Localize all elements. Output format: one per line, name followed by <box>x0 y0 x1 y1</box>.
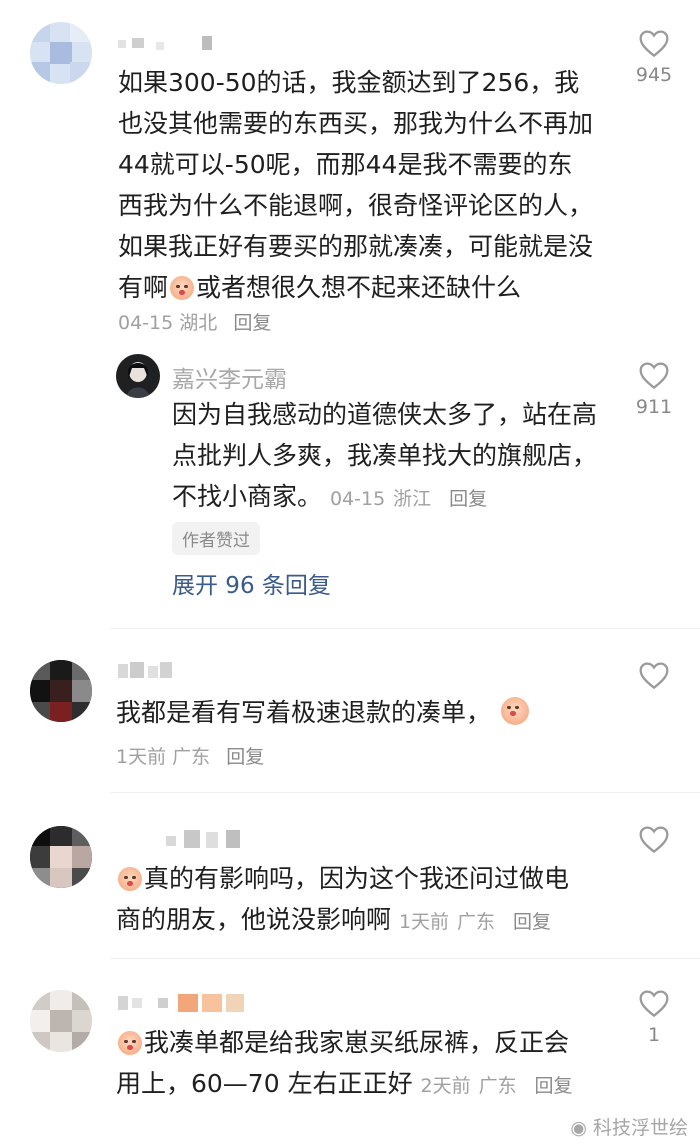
like-count: 945 <box>635 64 673 86</box>
avatar-pixelated[interactable] <box>30 826 92 888</box>
comment-date: 04-15 <box>118 312 174 334</box>
heart-outline-icon <box>639 990 669 1018</box>
like-button[interactable] <box>624 824 684 860</box>
comment-text: 或者想很久想不起来还缺什么 <box>196 273 522 302</box>
comment-date: 1天前 <box>116 746 167 768</box>
comment-line: 如果我正好有要买的那就凑凑，可能就是没 <box>118 232 594 261</box>
like-button[interactable]: 1 <box>624 988 684 1046</box>
comment-date: 2天前 <box>420 1075 471 1097</box>
weibo-logo-icon: ◉ <box>570 1117 587 1139</box>
watermark: ◉ 科技浮世绘 <box>570 1113 688 1140</box>
like-button[interactable] <box>624 660 684 696</box>
avatar-blurred[interactable] <box>30 22 92 84</box>
comment-text: 商的朋友，他说没影响啊 <box>116 905 392 934</box>
crying-face-emoji-icon <box>118 1031 142 1055</box>
avatar-pixelated[interactable] <box>30 660 92 722</box>
reply-body: 因为自我感动的道德侠太多了，站在高 点批判人多爽，我凑单找大的旗舰店， 不找小商… <box>172 394 622 520</box>
heart-outline-icon <box>639 662 669 690</box>
comment-text: 不找小商家。 <box>172 482 323 511</box>
comment-line: 西我为什么不能退啊，很奇怪评论区的人， <box>118 191 594 220</box>
comment-text: 我都是看有写着极速退款的凑单， <box>116 698 492 727</box>
comment-line: 真的有影响吗，因为这个我还问过做电 <box>116 858 606 899</box>
comment-text: 用上，60—70 左右正正好 <box>116 1069 413 1098</box>
comment-line: 44就可以-50呢，而那44是我不需要的东 <box>118 150 573 179</box>
comment-date: 1天前 <box>398 911 450 933</box>
comment-line: 我凑单都是给我家崽买纸尿裤，反正会 <box>116 1022 606 1063</box>
author-liked-badge: 作者赞过 <box>172 522 260 555</box>
comment-body: 我凑单都是给我家崽买纸尿裤，反正会 用上，60—70 左右正正好 2天前 广东 … <box>116 1022 606 1107</box>
comment-date: 04-15 <box>329 488 386 510</box>
reply-button[interactable]: 回复 <box>513 911 551 933</box>
expand-replies-button[interactable]: 展开 96 条回复 <box>172 566 331 600</box>
comment-line: 有啊 或者想很久想不起来还缺什么 <box>118 267 618 308</box>
username-pixelated <box>118 992 248 1018</box>
avatar-pixelated[interactable] <box>30 990 92 1052</box>
heart-outline-icon <box>639 30 669 58</box>
comment-line: 商的朋友，他说没影响啊 1天前 广东 回复 <box>116 899 606 943</box>
comment-body: 真的有影响吗，因为这个我还问过做电 商的朋友，他说没影响啊 1天前 广东 回复 <box>116 858 606 943</box>
divider <box>110 628 700 629</box>
comment-line: 也没其他需要的东西买，那我为什么不再加 <box>118 109 594 138</box>
crying-face-emoji-icon <box>500 697 529 725</box>
username-pixelated <box>118 660 174 686</box>
like-button[interactable]: 945 <box>624 28 684 86</box>
heart-outline-icon <box>639 362 669 390</box>
reply-button[interactable]: 回复 <box>449 488 487 510</box>
comment-line: 不找小商家。 04-15 浙江 回复 <box>172 476 622 520</box>
comment-text: 我凑单都是给我家崽买纸尿裤，反正会 <box>144 1028 570 1057</box>
divider <box>110 958 700 959</box>
comment-line: 点批判人多爽，我凑单找大的旗舰店， <box>172 441 598 470</box>
divider <box>110 792 700 793</box>
crying-face-emoji-icon <box>170 276 195 300</box>
like-count: 1 <box>647 1024 661 1046</box>
comment-line: 因为自我感动的道德侠太多了，站在高 <box>172 400 598 429</box>
comment-body: 如果300-50的话，我金额达到了256，我 也没其他需要的东西买，那我为什么不… <box>118 62 618 308</box>
comment-location: 广东 <box>172 746 211 768</box>
like-count: 911 <box>635 396 673 418</box>
comment-location: 浙江 <box>393 488 432 510</box>
comment-body: 我都是看有写着极速退款的凑单， <box>116 692 531 733</box>
comment-meta: 1天前 广东 回复 <box>116 742 264 769</box>
comment-line: 用上，60—70 左右正正好 2天前 广东 回复 <box>116 1063 606 1107</box>
comment-location: 湖北 <box>179 312 218 334</box>
reply-button[interactable]: 回复 <box>226 746 264 768</box>
username-pixelated <box>118 34 218 58</box>
comment-meta: 04-15 湖北 回复 <box>118 308 271 335</box>
reply-button[interactable]: 回复 <box>233 312 271 334</box>
watermark-text: 科技浮世绘 <box>592 1117 688 1139</box>
username-pixelated <box>118 828 248 854</box>
comment-line: 如果300-50的话，我金额达到了256，我 <box>118 68 580 97</box>
comment-location: 广东 <box>478 1075 517 1097</box>
like-button[interactable]: 911 <box>624 360 684 418</box>
reply-button[interactable]: 回复 <box>535 1075 573 1097</box>
comment-location: 广东 <box>457 911 496 933</box>
comment-text: 真的有影响吗，因为这个我还问过做电 <box>144 864 570 893</box>
username[interactable]: 嘉兴李元霸 <box>172 360 287 394</box>
avatar[interactable] <box>116 354 160 398</box>
crying-face-emoji-icon <box>118 867 142 891</box>
comment-text: 有啊 <box>118 273 169 302</box>
heart-outline-icon <box>639 826 669 854</box>
